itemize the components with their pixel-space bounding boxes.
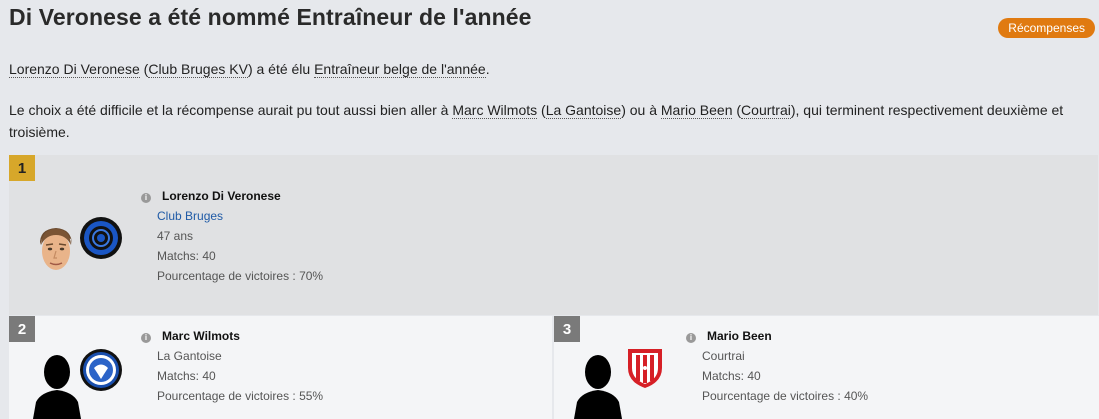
coach-win-pct: Pourcentage de victoires : 55% [157, 389, 324, 403]
coach-face-icon [39, 228, 72, 270]
coach-win-pct: Pourcentage de victoires : 40% [702, 389, 869, 403]
coach-age: 47 ans [157, 229, 194, 243]
awards-badge[interactable]: Récompenses [998, 18, 1095, 38]
rank-badge: 2 [9, 316, 35, 342]
club-link[interactable]: Club Bruges KV [148, 61, 248, 78]
coach-club[interactable]: Club Bruges [157, 206, 323, 226]
winner-info-3: i Mario Been Courtrai Matchs: 40 Pourcent… [686, 326, 869, 406]
coach-name[interactable]: Marc Wilmots [162, 329, 240, 343]
rank-badge: 3 [554, 316, 580, 342]
coach-silhouette-icon [33, 355, 81, 419]
winner-info-2: i Marc Wilmots La Gantoise Matchs: 40 Pou… [141, 326, 324, 406]
coach-name[interactable]: Mario Been [707, 329, 772, 343]
page-title: Di Veronese a été nommé Entraîneur de l'… [9, 4, 532, 30]
winner-card-2: 2 i Marc Wilmots La Gantoise Matchs: 40 P… [9, 316, 552, 419]
info-icon[interactable]: i [686, 333, 696, 343]
info-icon[interactable]: i [141, 333, 151, 343]
coach-name[interactable]: Lorenzo Di Veronese [162, 189, 281, 203]
award-link[interactable]: Entraîneur belge de l'année [314, 61, 486, 78]
coach-matches: Matchs: 40 [157, 249, 216, 263]
club2-link[interactable]: La Gantoise [545, 102, 622, 119]
coach2-link[interactable]: Marc Wilmots [452, 102, 538, 119]
courtrai-crest-icon [628, 349, 662, 388]
coach3-link[interactable]: Mario Been [660, 102, 733, 119]
coach-silhouette-icon [574, 355, 622, 419]
winner-info-1: i Lorenzo Di Veronese Club Bruges 47 ans … [141, 186, 324, 286]
info-icon[interactable]: i [141, 193, 151, 203]
club-bruges-crest-icon [80, 217, 122, 259]
la-gantoise-crest-icon [80, 349, 122, 391]
coach-win-pct: Pourcentage de victoires : 70% [157, 269, 324, 283]
detail-paragraph: Le choix a été difficile et la récompens… [9, 102, 1064, 140]
coach-club: Courtrai [702, 349, 745, 363]
rank-badge: 1 [9, 155, 35, 181]
club3-link[interactable]: Courtrai [741, 102, 791, 119]
winner-card-3: 3 i Mario Been Courtrai Matchs: 40 Pource… [554, 316, 1099, 419]
coach-matches: Matchs: 40 [157, 369, 216, 383]
coach-link[interactable]: Lorenzo Di Veronese [9, 61, 140, 78]
winner-card-1: 1 i Lorenzo Di Veronese Club Bruges 47 an… [9, 155, 1098, 315]
intro-paragraph: Lorenzo Di Veronese (Club Bruges KV) a é… [9, 61, 490, 78]
coach-club: La Gantoise [157, 349, 222, 363]
coach-matches: Matchs: 40 [702, 369, 761, 383]
